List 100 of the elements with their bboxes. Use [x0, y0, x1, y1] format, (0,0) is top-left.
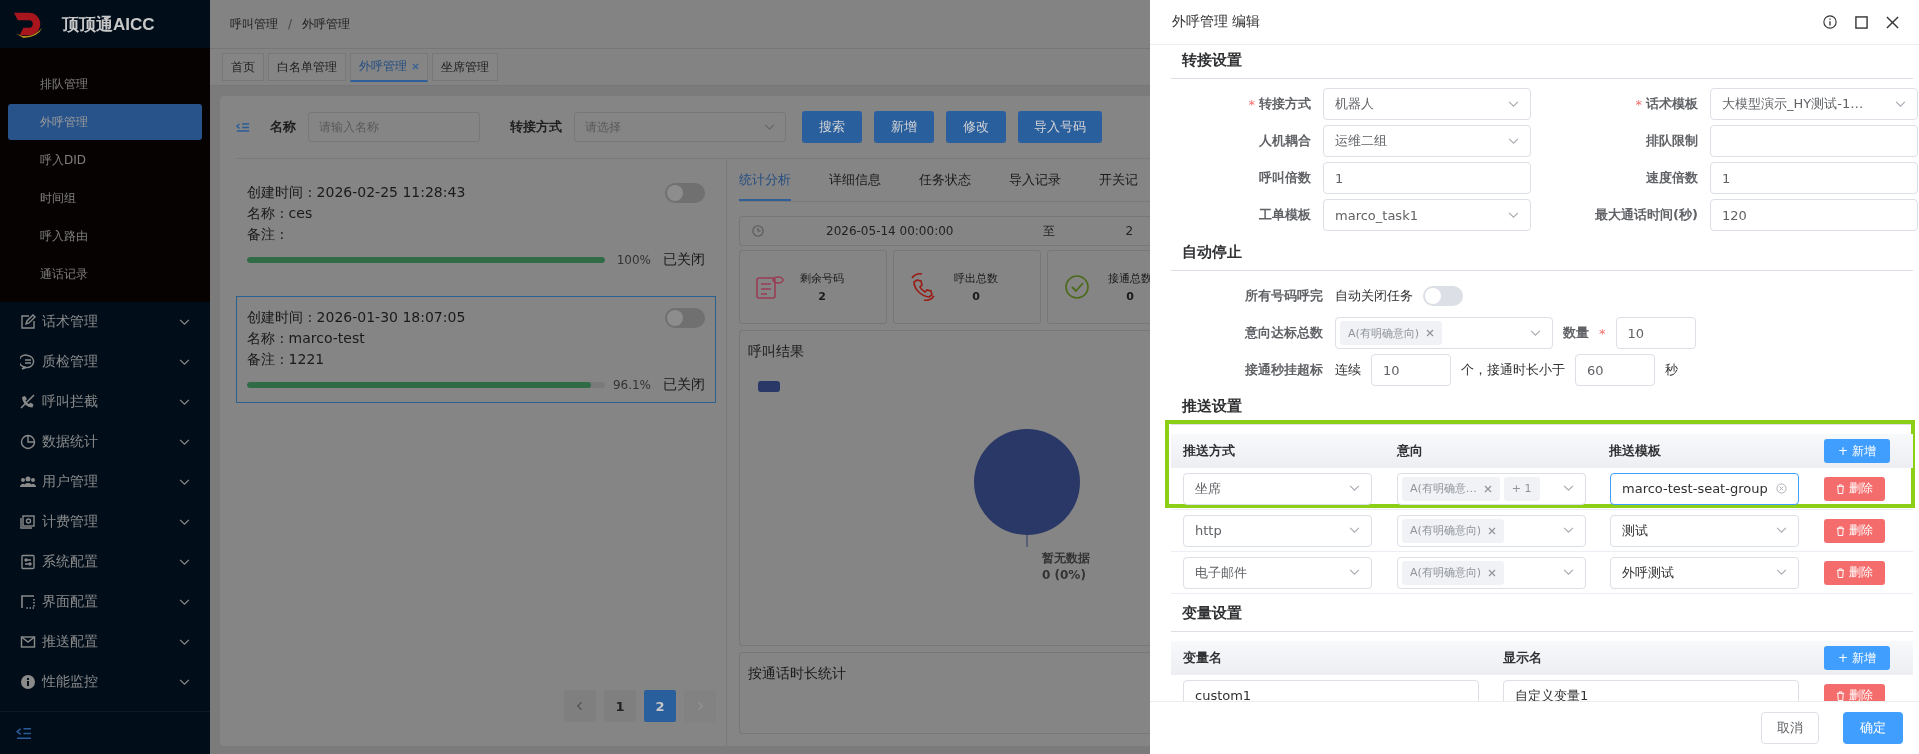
chevron-icon	[1349, 527, 1360, 534]
input-field[interactable]: 1	[1710, 162, 1918, 194]
multi-select-field[interactable]: A(有明确意向)	[1335, 317, 1553, 349]
sidebar-item[interactable]: 通话记录	[8, 256, 202, 292]
trash-icon	[1836, 525, 1845, 536]
select-field[interactable]: marco_task1	[1323, 199, 1531, 231]
sidebar-group[interactable]: 数据统计	[0, 422, 210, 462]
input-field[interactable]: 10	[1371, 354, 1451, 386]
intent-tag: A(有明确意向)	[1402, 518, 1505, 543]
users-icon	[20, 474, 36, 490]
panel-title: 呼叫结果	[748, 343, 804, 361]
close-icon[interactable]	[1886, 15, 1899, 29]
toggle-switch[interactable]	[665, 307, 705, 328]
stat-value: 2	[818, 290, 826, 303]
select-field[interactable]: 大模型演示_HY测试-1…	[1710, 88, 1918, 120]
toolbar-button[interactable]: 导入号码	[1018, 111, 1102, 143]
delete-button[interactable]: 删除	[1824, 683, 1885, 701]
sliders-icon	[20, 554, 36, 570]
detail-tab[interactable]: 任务状态	[919, 171, 971, 201]
chart-label: 暂无数据	[1042, 550, 1090, 567]
toolbar-button[interactable]: 搜索	[802, 111, 862, 143]
breadcrumb-item[interactable]: 呼叫管理	[230, 15, 278, 33]
column-header: 显示名	[1503, 649, 1542, 667]
sidebar-group[interactable]: 话术管理	[0, 302, 210, 342]
stat-label: 接通总数	[1108, 271, 1152, 286]
intent-tag: A(有明确意向)	[1340, 321, 1443, 345]
select-field[interactable]: 电子邮件	[1183, 556, 1372, 589]
required-mark: *	[1599, 325, 1606, 341]
multi-select-field[interactable]: A(有明确意向)	[1397, 556, 1586, 589]
sidebar-group[interactable]: 用户管理	[0, 462, 210, 502]
cancel-button[interactable]: 取消	[1761, 712, 1819, 744]
sidebar-item[interactable]: 外呼管理	[8, 104, 202, 140]
filter-label: 转接方式	[510, 118, 562, 136]
delete-button[interactable]: 删除	[1824, 518, 1885, 543]
sidebar-group[interactable]: 质检管理	[0, 342, 210, 382]
multi-select-field[interactable]: A(有明确意… + 1	[1397, 472, 1586, 505]
input-field[interactable]: 1	[1323, 162, 1531, 194]
page-number-button[interactable]: 2	[644, 690, 676, 722]
column-header: 推送方式	[1183, 442, 1235, 460]
detail-tab[interactable]: 开关记	[1099, 171, 1138, 201]
sidebar-group[interactable]: 推送配置	[0, 622, 210, 662]
previous-page-button[interactable]	[564, 690, 596, 722]
sidebar-item[interactable]: 呼入路由	[8, 218, 202, 254]
task-card[interactable]: 创建时间 : 2026-01-30 18:07:05 名称 : marco-test 备注 : 1221 96.1% 已关闭	[236, 296, 716, 403]
delete-button[interactable]: 删除	[1824, 560, 1885, 585]
task-status: 已关闭	[663, 376, 705, 394]
input-field[interactable]: 10	[1615, 317, 1696, 349]
detail-tab[interactable]: 详细信息	[829, 171, 881, 201]
sidebar-group[interactable]: 呼叫拦截	[0, 382, 210, 422]
multi-select-field[interactable]: A(有明确意向)	[1397, 514, 1586, 547]
chart-value: 0 (0%)	[1042, 568, 1086, 582]
toolbar-button[interactable]: 新增	[874, 111, 934, 143]
collapse-icon[interactable]	[236, 121, 250, 133]
sidebar-group[interactable]: 系统配置	[0, 542, 210, 582]
collapse-icon[interactable]	[16, 726, 31, 740]
breadcrumb-item: 外呼管理	[302, 15, 351, 33]
maximize-icon[interactable]	[1855, 15, 1868, 29]
mail-icon	[20, 634, 36, 650]
detail-tab[interactable]: 导入记录	[1009, 171, 1061, 201]
stat-label: 剩余号码	[800, 271, 844, 286]
sidebar-group[interactable]: 界面配置	[0, 582, 210, 622]
form-label: 呼叫倍数	[1259, 169, 1311, 187]
toggle-switch[interactable]	[1423, 286, 1463, 306]
chevron-left-icon	[577, 701, 583, 711]
select-field[interactable]: 运维二组	[1323, 125, 1531, 157]
input-field[interactable]: custom1	[1183, 679, 1479, 701]
chevron-icon	[1508, 100, 1519, 108]
info-icon[interactable]	[1823, 15, 1837, 29]
input-field[interactable]	[1710, 125, 1918, 157]
clear-icon[interactable]	[1776, 483, 1787, 494]
select-field[interactable]: 坐席	[1183, 472, 1372, 505]
sidebar-group[interactable]: 性能监控	[0, 662, 210, 702]
input-field[interactable]: marco-test-seat-group	[1610, 472, 1799, 505]
task-note: 备注 : 1221	[247, 350, 326, 369]
task-status: 已关闭	[663, 251, 705, 269]
select-field[interactable]: 机器人	[1323, 88, 1531, 120]
select-field[interactable]: 测试	[1610, 514, 1799, 547]
toolbar-button[interactable]: 修改	[946, 111, 1006, 143]
chevron-icon	[1530, 329, 1541, 337]
input-field[interactable]: 120	[1710, 199, 1918, 231]
form-label: 排队限制	[1646, 132, 1698, 150]
app-logo-text: 顶顶通AICC	[62, 13, 155, 36]
column-header: 意向	[1397, 442, 1423, 460]
sidebar-item[interactable]: 呼入DID	[8, 142, 202, 178]
page-number-button[interactable]: 1	[604, 690, 636, 722]
intent-tag: A(有明确意…	[1402, 476, 1500, 501]
delete-button[interactable]: 删除	[1824, 476, 1885, 501]
select-field[interactable]: http	[1183, 514, 1372, 547]
sidebar-item[interactable]: 时间组	[8, 180, 202, 216]
input-field[interactable]: 60	[1575, 354, 1655, 386]
page-tab[interactable]: 坐席管理	[432, 53, 498, 81]
toggle-switch[interactable]	[665, 182, 705, 203]
sidebar-group[interactable]: 计费管理	[0, 502, 210, 542]
page-tab[interactable]: 白名单管理	[268, 53, 346, 81]
select-field[interactable]: 外呼测试	[1610, 556, 1799, 589]
input-field[interactable]: 自定义变量1	[1503, 679, 1799, 701]
sidebar-item[interactable]: 排队管理	[8, 66, 202, 102]
task-card[interactable]: 创建时间 : 2026-02-25 11:28:43 名称 : ces 备注 : 100% 已关闭	[236, 171, 716, 278]
page-tab[interactable]: 首页	[222, 53, 264, 81]
clock-icon	[752, 225, 764, 237]
